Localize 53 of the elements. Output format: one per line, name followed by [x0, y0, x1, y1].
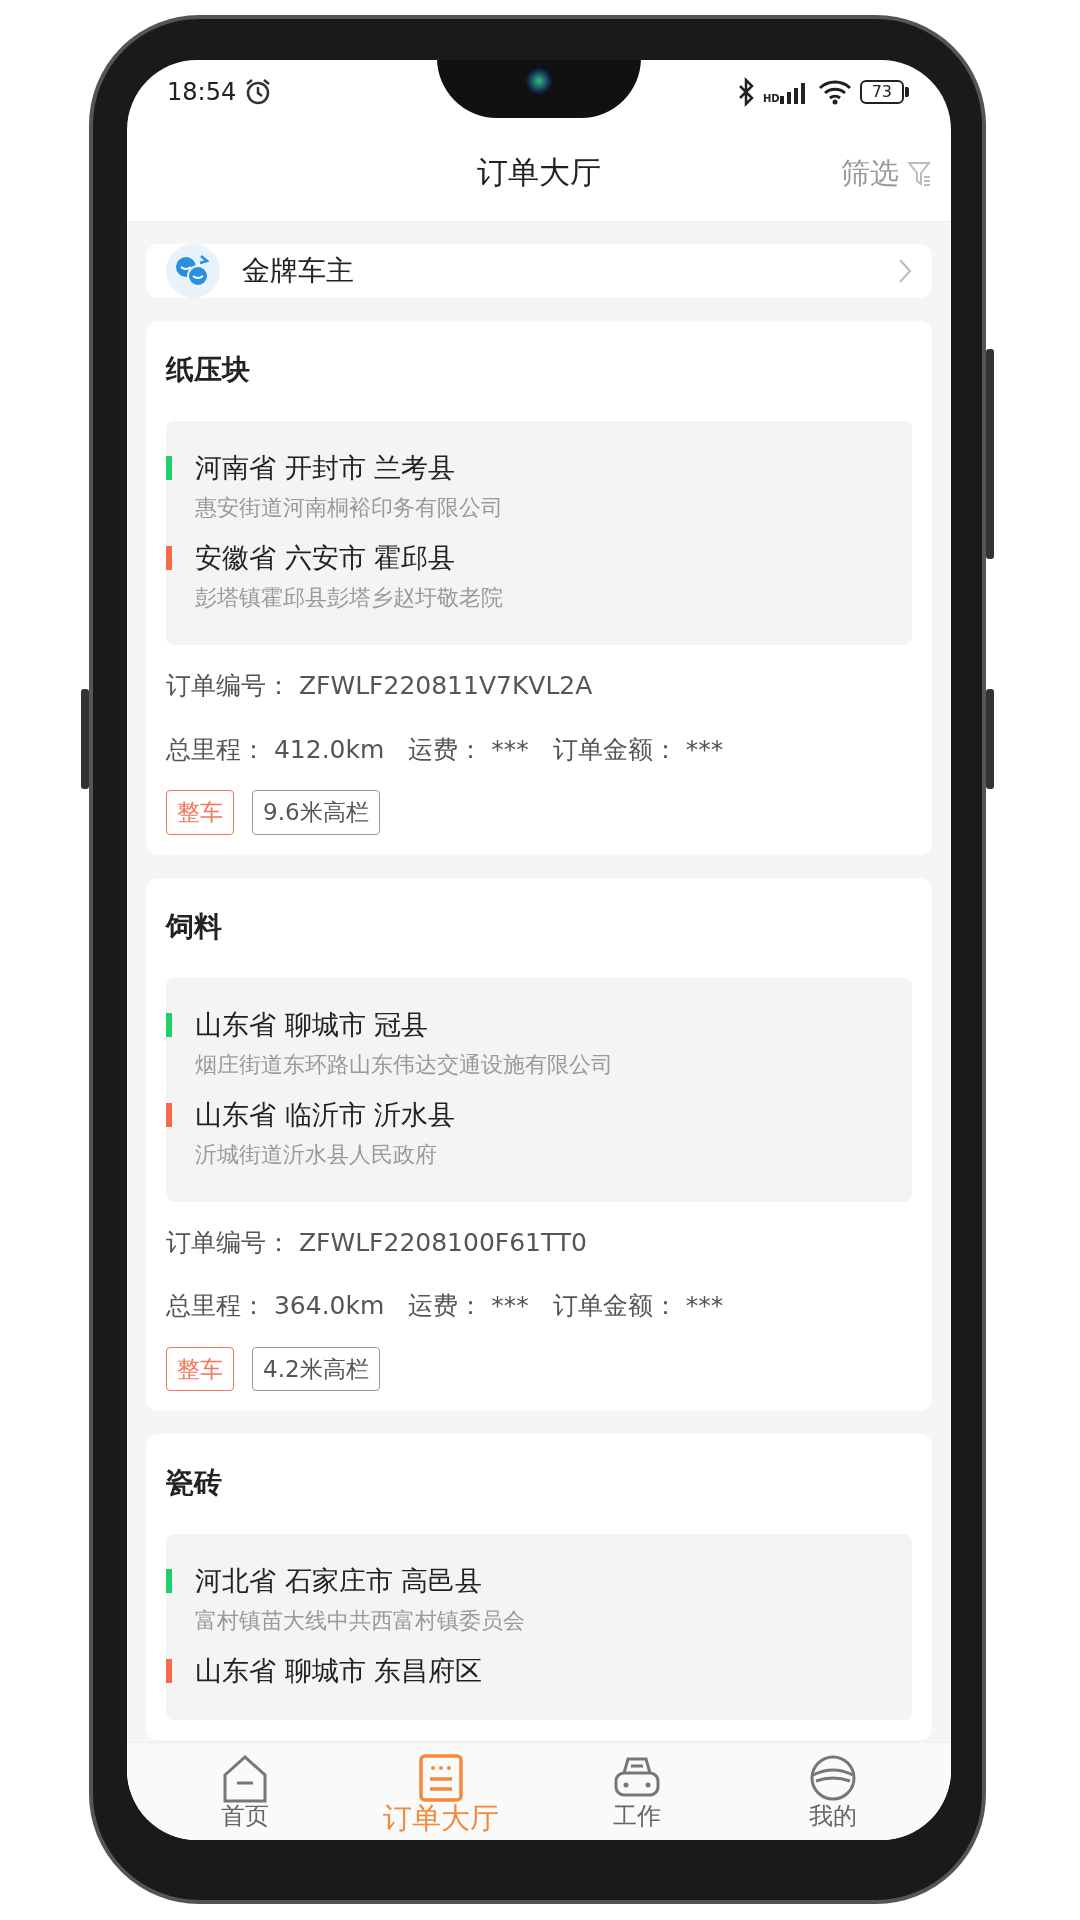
distance-text: 总里程： 364.0km	[166, 1290, 385, 1322]
order-card[interactable]: 瓷砖 河北省 石家庄市 高邑县 富村镇苗大线中共西富村镇委员会 山东省 聊城市 东昌府区	[146, 1434, 932, 1740]
order-card[interactable]: 饲料 山东省 聊城市 冠县 烟庄街道东环路山东伟达交通设施有限公司 山东省 临沂市 沂水县 沂城街道沂水县人民政府 订单编号： ZFWLF2208100F61TT0 总里程： 364.0km 运费： *** 订单金额： *** 整车 4.2米高栏	[146, 877, 932, 1411]
order-number: 订单编号： ZFWLF220811V7KVL2A	[166, 670, 594, 702]
stop-address: 沂城街道沂水县人民政府	[194, 1140, 438, 1169]
stop-region: 河北省 石家庄市 高邑县	[195, 1564, 483, 1598]
cargo-title: 瓷砖	[166, 1465, 223, 1501]
freight-text: 运费： ***	[408, 733, 529, 766]
stop-address: 烟庄街道东环路山东伟达交通设施有限公司	[194, 1050, 614, 1079]
destination-marker	[166, 1102, 172, 1127]
destination-marker	[166, 1659, 172, 1683]
stop-region: 安徽省 六安市 霍邱县	[195, 541, 456, 575]
origin-marker	[166, 456, 172, 480]
nav-tab[interactable]: 工作	[567, 1743, 707, 1840]
nav-tab[interactable]: 首页	[175, 1743, 315, 1840]
stop-address: 惠安街道河南桐裕印务有限公司	[194, 494, 504, 522]
distance-text: 总里程： 412.0km	[166, 733, 385, 766]
amount-text: 订单金额： ***	[552, 733, 724, 766]
origin-marker	[166, 1569, 172, 1593]
battery-indicator: 73	[859, 80, 904, 104]
stop-region: 山东省 聊城市 东昌府区	[195, 1654, 483, 1688]
stop-address: 富村镇苗大线中共西富村镇委员会	[194, 1607, 526, 1635]
nav-tab[interactable]: 我的	[763, 1743, 903, 1840]
wifi-icon	[817, 79, 852, 105]
amount-text: 订单金额： ***	[552, 1290, 724, 1322]
stop-address: 彭塔镇霍邱县彭塔乡赵圩敬老院	[194, 584, 504, 612]
chat-bubbles-icon	[166, 244, 220, 298]
stop-region: 山东省 聊城市 冠县	[195, 1007, 429, 1042]
order-number: 订单编号： ZFWLF2208100F61TT0	[166, 1226, 589, 1259]
vehicle-tag: 9.6米高栏	[252, 790, 380, 835]
banner-label: 金牌车主	[242, 253, 355, 289]
cargo-title: 纸压块	[166, 352, 251, 388]
battery-tip-icon	[905, 87, 909, 97]
order-card[interactable]: 纸压块 河南省 开封市 兰考县 惠安街道河南桐裕印务有限公司 安徽省 六安市 霍邱县 彭塔镇霍邱县彭塔乡赵圩敬老院 订单编号： ZFWLF220811V7KVL2A 总里程： 412.0km 运费： *** 订单金额： *** 整车 9.6米高栏	[146, 321, 932, 855]
stop-region: 河南省 开封市 兰考县	[195, 451, 456, 485]
cargo-title: 饲料	[166, 908, 223, 945]
premium-owner-card[interactable]: 金牌车主	[146, 244, 932, 298]
service-tag: 整车	[166, 790, 234, 835]
service-tag: 整车	[166, 1346, 234, 1391]
bluetooth-icon	[736, 77, 755, 107]
destination-marker	[166, 546, 172, 570]
page-title: 订单大厅	[477, 153, 601, 193]
stop-region: 山东省 临沂市 沂水县	[195, 1097, 456, 1132]
camera-lens	[526, 68, 552, 94]
origin-marker	[166, 1012, 172, 1037]
status-time: 18:54	[167, 77, 237, 108]
freight-text: 运费： ***	[408, 1290, 529, 1322]
filter-icon	[907, 159, 931, 188]
list-icon	[416, 1753, 466, 1803]
network-label: HD	[762, 92, 780, 106]
helmet-icon	[808, 1753, 858, 1803]
chevron-right-icon	[898, 258, 912, 284]
vehicle-tag: 4.2米高栏	[252, 1346, 380, 1391]
